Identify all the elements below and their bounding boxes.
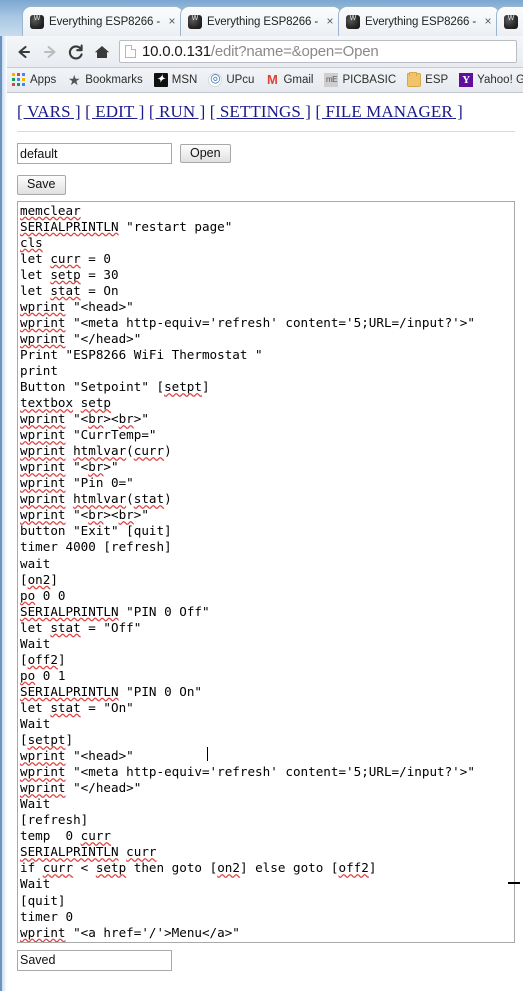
status-input[interactable] — [17, 949, 172, 971]
bookmark-label: Yahoo! G — [477, 74, 523, 86]
bookmark-label: ESP — [425, 74, 449, 86]
site-favicon-icon — [504, 12, 518, 29]
nav-link-run[interactable]: RUN — [159, 102, 195, 121]
apps-grid-icon — [12, 73, 26, 87]
filename-input[interactable] — [17, 143, 172, 164]
browser-tab-4-partial[interactable] — [496, 6, 523, 36]
save-row: Save — [17, 175, 523, 195]
site-favicon-icon — [346, 12, 360, 29]
tab-title: Everything ESP8266 - — [49, 15, 161, 28]
text-caret — [207, 746, 208, 761]
upcu-icon — [208, 71, 223, 87]
bookmark-gmail[interactable]: M Gmail — [265, 73, 313, 87]
msn-butterfly-icon: ✦ — [153, 73, 168, 87]
bookmark-label: Bookmarks — [85, 74, 143, 86]
home-icon[interactable] — [89, 39, 115, 65]
open-file-row: Open — [17, 143, 523, 164]
code-content: memclear SERIALPRINTLN "restart page" cl… — [20, 202, 475, 942]
browser-window: Everything ESP8266 - × Everything ESP826… — [0, 0, 523, 991]
bookmark-yahoo[interactable]: Y Yahoo! G — [459, 73, 523, 87]
nav-link-settings[interactable]: SETTINGS — [220, 102, 301, 121]
browser-tab-3[interactable]: Everything ESP8266 - × — [338, 6, 500, 36]
navigation-toolbar: 10.0.0.131/edit?name=&open=Open — [7, 36, 523, 68]
status-row — [17, 949, 523, 971]
yahoo-y-icon: Y — [459, 73, 474, 87]
folder-icon — [407, 72, 422, 87]
code-editor-wrapper: memclear SERIALPRINTLN "restart page" cl… — [17, 200, 523, 943]
bookmark-apps[interactable]: Apps — [12, 73, 56, 87]
open-button[interactable]: Open — [180, 143, 231, 164]
window-frame-left-edge — [0, 0, 2, 991]
divider — [17, 131, 515, 132]
tab-strip: Everything ESP8266 - × Everything ESP826… — [0, 0, 523, 36]
bookmark-label: Apps — [30, 74, 57, 86]
picbasic-icon: mE — [324, 73, 339, 87]
reload-icon[interactable] — [63, 39, 89, 65]
bookmark-msn[interactable]: ✦ MSN — [153, 73, 198, 87]
code-textarea[interactable]: memclear SERIALPRINTLN "restart page" cl… — [17, 200, 515, 943]
close-icon[interactable]: × — [323, 14, 337, 29]
bookmark-label: PICBASIC — [342, 74, 397, 86]
close-icon[interactable]: × — [481, 14, 495, 29]
bookmark-picbasic[interactable]: mE PICBASIC — [324, 73, 396, 87]
url-path: /edit?name=&open=Open — [210, 43, 379, 60]
url-host: 10.0.0.131 — [142, 43, 211, 60]
bookmark-upcu[interactable]: UPcu — [208, 71, 255, 87]
page-nav-links: [ VARS ] [ EDIT ] [ RUN ] [ SETTINGS ] [… — [17, 102, 463, 121]
tab-title: Everything ESP8266 - — [207, 15, 319, 28]
forward-arrow-icon[interactable] — [37, 39, 63, 65]
nav-link-edit[interactable]: EDIT — [95, 102, 134, 121]
page-document-icon — [125, 45, 136, 58]
bookmark-esp[interactable]: ESP — [407, 72, 449, 87]
scroll-artifact — [508, 881, 520, 884]
bookmarks-bar: Apps ★ Bookmarks ✦ MSN UPcu M Gmail mE P… — [7, 68, 523, 93]
site-favicon-icon — [188, 12, 202, 29]
gmail-m-icon: M — [267, 72, 278, 87]
site-favicon-icon — [30, 12, 44, 29]
bookmark-bookmarks[interactable]: ★ Bookmarks — [67, 73, 143, 87]
close-icon[interactable]: × — [165, 14, 179, 29]
bookmark-label: Gmail — [283, 74, 314, 86]
nav-link-file-manager[interactable]: FILE MANAGER — [326, 102, 453, 121]
save-button[interactable]: Save — [17, 175, 66, 195]
back-arrow-icon[interactable] — [11, 39, 37, 65]
star-icon: ★ — [67, 72, 81, 88]
browser-tab-2[interactable]: Everything ESP8266 - × — [180, 6, 342, 36]
page-viewport: [ VARS ] [ EDIT ] [ RUN ] [ SETTINGS ] [… — [7, 93, 523, 991]
browser-tab-1[interactable]: Everything ESP8266 - × — [22, 6, 184, 36]
address-bar[interactable]: 10.0.0.131/edit?name=&open=Open — [119, 40, 517, 63]
bookmark-label: MSN — [171, 74, 198, 86]
nav-link-vars[interactable]: VARS — [27, 102, 71, 121]
bookmark-label: UPcu — [226, 74, 255, 86]
tab-title: Everything ESP8266 - — [365, 15, 477, 28]
